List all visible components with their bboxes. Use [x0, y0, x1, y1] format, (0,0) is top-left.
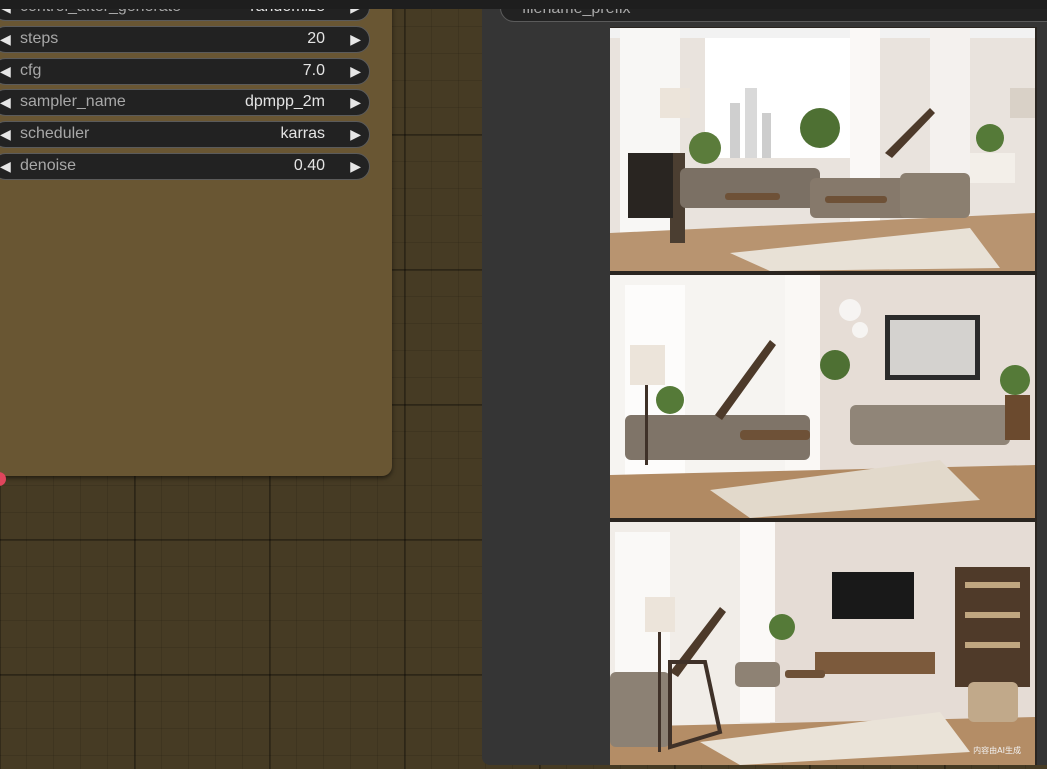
increment-arrow-icon[interactable]: ▶: [350, 31, 361, 48]
widget-label: scheduler: [20, 125, 90, 142]
generated-image-1[interactable]: [610, 28, 1035, 271]
decrement-arrow-icon[interactable]: ◀: [0, 126, 11, 143]
widget-value: 7.0: [302, 62, 325, 79]
widget-value: dpmpp_2m: [244, 93, 325, 110]
generated-image-2[interactable]: [610, 275, 1035, 518]
sampler-name-widget[interactable]: ◀ sampler_name dpmpp_2m ▶: [0, 89, 370, 116]
top-bar: [0, 0, 1047, 9]
scheduler-widget[interactable]: ◀ scheduler karras ▶: [0, 121, 370, 148]
cfg-widget[interactable]: ◀ cfg 7.0 ▶: [0, 58, 370, 85]
widget-label: sampler_name: [20, 93, 126, 110]
decrement-arrow-icon[interactable]: ◀: [0, 63, 11, 80]
image-preview-stack: 内容由AI生成: [610, 27, 1037, 765]
ai-generated-watermark: 内容由AI生成: [973, 746, 1021, 755]
widget-label: steps: [20, 30, 59, 47]
widget-label: cfg: [20, 62, 42, 79]
increment-arrow-icon[interactable]: ▶: [350, 158, 361, 175]
increment-arrow-icon[interactable]: ▶: [350, 63, 361, 80]
decrement-arrow-icon[interactable]: ◀: [0, 94, 11, 111]
steps-widget[interactable]: ◀ steps 20 ▶: [0, 26, 370, 53]
increment-arrow-icon[interactable]: ▶: [350, 94, 361, 111]
decrement-arrow-icon[interactable]: ◀: [0, 158, 11, 175]
increment-arrow-icon[interactable]: ▶: [350, 126, 361, 143]
widget-value: karras: [280, 125, 325, 142]
widget-value: 0.40: [293, 157, 325, 174]
widget-value: 20: [307, 30, 325, 47]
decrement-arrow-icon[interactable]: ◀: [0, 31, 11, 48]
generated-image-3[interactable]: 内容由AI生成: [610, 522, 1035, 765]
denoise-widget[interactable]: ◀ denoise 0.40 ▶: [0, 153, 370, 180]
widget-label: denoise: [20, 157, 77, 174]
